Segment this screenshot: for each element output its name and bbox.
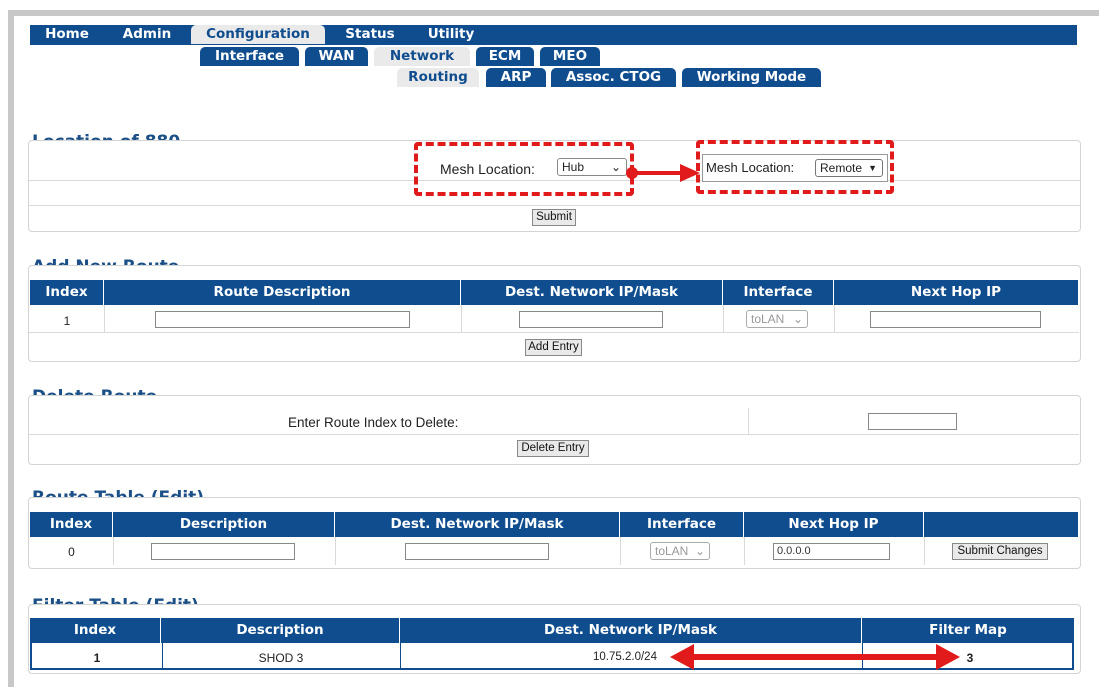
add-route-index: 1 (63, 314, 71, 328)
tab-configuration[interactable]: Configuration (191, 25, 325, 44)
col-divider (620, 537, 621, 565)
header-index: Index (30, 280, 104, 305)
col-divider (748, 408, 749, 435)
add-route-header: Index Route Description Dest. Network IP… (30, 280, 1078, 305)
submit-changes-button[interactable]: Submit Changes (952, 543, 1048, 560)
route-table-index: 0 (68, 545, 75, 559)
mesh-location-label-alt: Mesh Location: (706, 160, 795, 175)
col-divider (744, 537, 745, 565)
dest-network-edit-input[interactable] (405, 543, 549, 560)
mesh-location-select[interactable]: Hub ⌄ (557, 158, 627, 176)
tab-working-mode[interactable]: Working Mode (682, 68, 821, 87)
dest-network-input[interactable] (519, 311, 663, 328)
mesh-location-label: Mesh Location: (440, 161, 535, 177)
interface-value: toLAN (751, 312, 785, 326)
header-filter-map: Filter Map (929, 622, 1007, 638)
chevron-down-icon: ⌄ (610, 160, 621, 174)
header-action (924, 512, 1078, 537)
header-interface: Interface (620, 512, 744, 537)
tab-admin[interactable]: Admin (108, 25, 186, 44)
tab-meo[interactable]: MEO (540, 47, 600, 66)
next-hop-input[interactable] (870, 311, 1041, 328)
header-index: Index (30, 512, 113, 537)
header-index: Index (30, 618, 161, 643)
mesh-location-alt-value: Remote (820, 161, 863, 175)
next-hop-edit-input[interactable]: 0.0.0.0 (773, 543, 890, 560)
submit-button[interactable]: Submit (532, 209, 576, 226)
route-description-edit-input[interactable] (151, 543, 295, 560)
route-table-header: Index Description Dest. Network IP/Mask … (30, 512, 1078, 537)
col-divider (335, 537, 336, 565)
top-nav-bar (30, 25, 1077, 45)
col-divider (723, 305, 724, 333)
interface-edit-value: toLAN (655, 544, 689, 558)
header-description: Description (113, 512, 335, 537)
tab-home[interactable]: Home (32, 25, 102, 44)
tab-network[interactable]: Network (374, 47, 470, 66)
tab-assoc-ctog[interactable]: Assoc. CTOG (551, 68, 676, 87)
header-dest-network: Dest. Network IP/Mask (400, 618, 862, 643)
tab-routing[interactable]: Routing (397, 68, 479, 87)
filter-table-header: Index Description Dest. Network IP/Mask … (30, 618, 1074, 643)
annotation-arrow-location (626, 164, 700, 182)
tab-interface[interactable]: Interface (200, 47, 299, 66)
header-route-description: Route Description (104, 280, 461, 305)
tab-status[interactable]: Status (331, 25, 409, 44)
chevron-down-icon: ⌄ (792, 312, 803, 326)
header-dest-network: Dest. Network IP/Mask (335, 512, 620, 537)
delete-index-input[interactable] (868, 413, 957, 430)
col-divider (461, 305, 462, 333)
delete-route-label: Enter Route Index to Delete: (288, 415, 459, 430)
header-interface: Interface (723, 280, 834, 305)
col-divider (113, 537, 114, 565)
header-dest-network: Dest. Network IP/Mask (461, 280, 723, 305)
filter-index: 1 (93, 651, 101, 665)
mesh-location-select-alt[interactable]: Remote ▼ (815, 159, 883, 177)
tab-arp[interactable]: ARP (486, 68, 546, 87)
header-next-hop: Next Hop IP (910, 284, 1002, 300)
col-divider (400, 643, 401, 669)
header-description: Description (161, 618, 400, 643)
mesh-location-value: Hub (562, 160, 585, 174)
delete-entry-button[interactable]: Delete Entry (517, 440, 589, 457)
chevron-down-icon: ⌄ (694, 544, 705, 558)
tab-wan[interactable]: WAN (305, 47, 368, 66)
caret-down-icon: ▼ (868, 163, 877, 173)
col-divider (924, 537, 925, 565)
filter-description: SHOD 3 (258, 651, 304, 665)
annotation-arrow-filter (670, 644, 960, 670)
tab-utility[interactable]: Utility (414, 25, 488, 44)
add-entry-button[interactable]: Add Entry (525, 339, 582, 356)
interface-select[interactable]: toLAN ⌄ (746, 310, 808, 328)
col-divider (834, 305, 835, 333)
col-divider (104, 305, 105, 333)
interface-edit-select[interactable]: toLAN ⌄ (650, 542, 710, 560)
route-description-input[interactable] (155, 311, 410, 328)
tab-ecm[interactable]: ECM (476, 47, 534, 66)
header-next-hop: Next Hop IP (744, 512, 924, 537)
